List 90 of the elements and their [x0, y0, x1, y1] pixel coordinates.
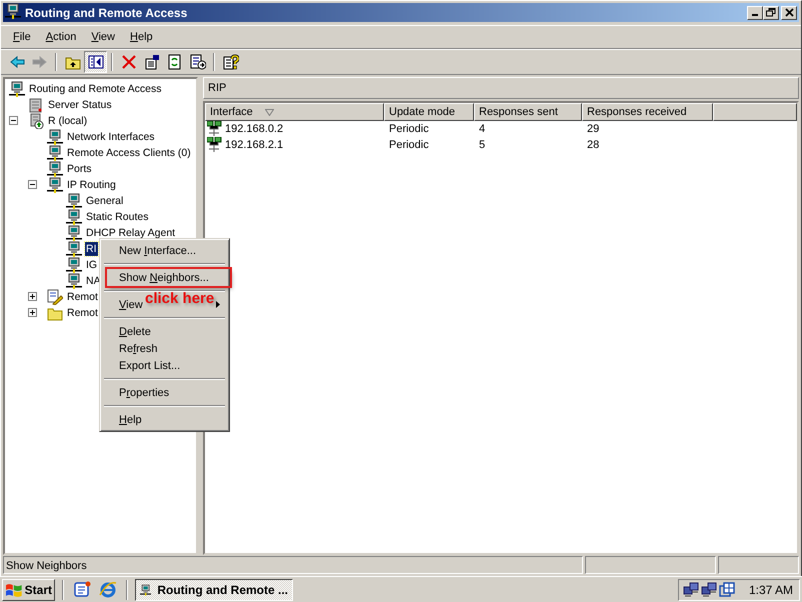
help-icon	[222, 54, 238, 70]
collapse-box[interactable]	[28, 180, 37, 189]
minimize-icon	[752, 14, 758, 16]
computer-icon	[47, 129, 63, 145]
menu-item[interactable]: Help	[103, 411, 226, 428]
menu-item[interactable]: Help	[123, 29, 160, 45]
forward-arrow-icon	[32, 54, 48, 70]
table-cell-text: Periodic	[388, 123, 430, 135]
policy-icon	[47, 289, 63, 305]
menu-item[interactable]: View	[84, 29, 122, 45]
expand-box[interactable]	[28, 308, 37, 317]
tree-item[interactable]: Routing and Remote Access	[28, 82, 162, 96]
refresh-icon	[166, 54, 182, 70]
desktop-icon	[73, 580, 91, 598]
computer-icon	[66, 193, 82, 209]
computer-icon	[66, 209, 82, 225]
expand-box[interactable]	[28, 292, 37, 301]
status-text: Show Neighbors	[3, 556, 583, 574]
browser-icon	[99, 580, 117, 598]
network-interface-icon	[207, 121, 223, 137]
tree-item[interactable]: Remot	[66, 306, 99, 320]
toolbar-button[interactable]	[84, 51, 107, 73]
server-icon	[28, 97, 44, 113]
column-header[interactable]: Responses received	[582, 103, 713, 121]
submenu-arrow-icon	[216, 301, 220, 308]
callout-label: click here	[145, 290, 214, 307]
minimize-button[interactable]	[747, 6, 763, 20]
window-title: Routing and Remote Access	[25, 6, 188, 20]
collapse-box[interactable]	[9, 116, 18, 125]
menu-item[interactable]: Refresh	[103, 340, 226, 357]
delete-x-icon	[120, 54, 136, 70]
computer-icon	[47, 177, 63, 193]
network-computers-icon[interactable]	[682, 582, 699, 598]
table-cell-text: Periodic	[388, 139, 430, 151]
table-cell-text: 4	[478, 123, 486, 135]
menu-item[interactable]: Show Neighbors...	[107, 269, 230, 286]
network-computers-icon[interactable]	[700, 582, 717, 598]
menu-item[interactable]: View	[103, 296, 145, 313]
tree-pane-icon	[88, 54, 104, 70]
menu-item[interactable]: New Interface...	[103, 242, 226, 259]
table-cell: 192.168.0.2	[225, 123, 284, 135]
column-header[interactable]: Interface	[205, 103, 384, 121]
restore-icon	[766, 8, 776, 17]
table-cell-text: 29	[586, 123, 600, 135]
taskbar-button[interactable]: Routing and Remote ...	[135, 578, 293, 600]
close-button[interactable]	[781, 6, 797, 20]
computer-icon	[9, 81, 25, 97]
overlapping-windows-icon[interactable]	[718, 582, 735, 598]
restore-button[interactable]	[763, 6, 779, 20]
table-cell: 192.168.2.1	[225, 139, 284, 151]
computer-icon	[47, 145, 63, 161]
tree-item[interactable]: DHCP Relay Agent	[85, 226, 176, 240]
clock: 1:37 AM	[748, 582, 793, 596]
tree-item[interactable]: RI	[85, 242, 98, 256]
computer-icon	[47, 161, 63, 177]
tree-item[interactable]: IP Routing	[66, 178, 117, 192]
menu-item[interactable]: Properties	[103, 384, 226, 401]
column-header[interactable]: Update mode	[384, 103, 474, 121]
tree-item[interactable]: Remot	[66, 290, 99, 304]
tree-item[interactable]: Network Interfaces	[66, 130, 156, 144]
tree-item[interactable]: IG	[85, 258, 98, 272]
properties-icon	[144, 54, 160, 70]
tree-item[interactable]: Static Routes	[85, 210, 150, 224]
computer-icon	[140, 582, 152, 598]
menu-item[interactable]: Delete	[103, 323, 226, 340]
column-header[interactable]: Responses sent	[474, 103, 582, 121]
menu-item[interactable]: File	[6, 29, 38, 45]
computer-icon	[66, 241, 82, 257]
tree-item[interactable]: R (local)	[47, 114, 88, 128]
pane-title: RIP	[203, 77, 799, 99]
export-list-icon	[190, 54, 206, 70]
computer-icon	[66, 257, 82, 273]
tree-item[interactable]: Ports	[66, 162, 93, 176]
network-interface-icon	[207, 137, 223, 153]
table-cell-text: 28	[586, 139, 600, 151]
tree-item[interactable]: Remote Access Clients (0)	[66, 146, 192, 160]
back-arrow-icon	[8, 54, 24, 70]
windows-logo-icon	[5, 582, 23, 598]
menu-item[interactable]: Action	[38, 29, 84, 45]
close-icon	[784, 8, 794, 17]
table-cell-text: 5	[478, 139, 486, 151]
tree-item[interactable]: General	[85, 194, 124, 208]
menu-item[interactable]: Export List...	[103, 357, 226, 374]
app-icon	[5, 3, 21, 19]
computer-icon	[66, 225, 82, 241]
start-button[interactable]: Start	[2, 578, 55, 600]
sort-arrow-icon	[264, 108, 274, 116]
tree-item[interactable]: Server Status	[47, 98, 113, 112]
server-icon	[28, 113, 44, 129]
computer-icon	[66, 273, 82, 289]
